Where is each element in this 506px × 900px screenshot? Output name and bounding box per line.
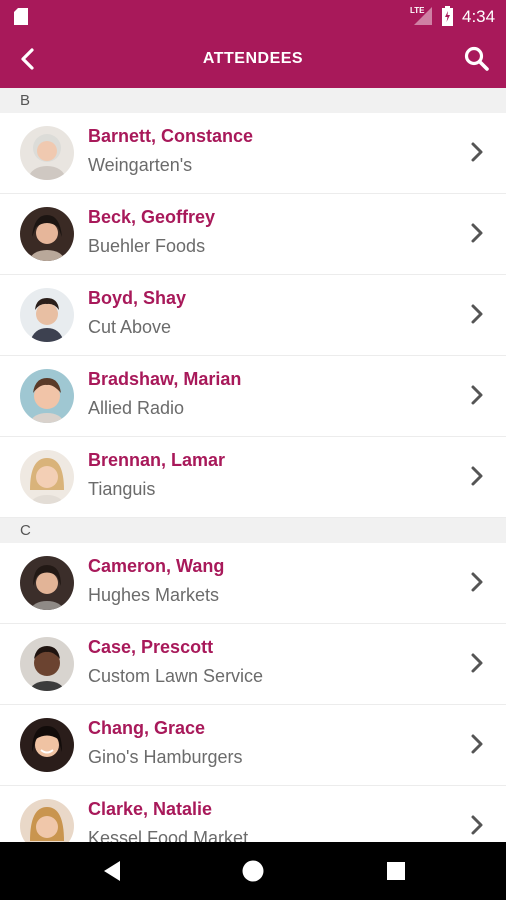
attendee-row[interactable]: Clarke, Natalie Kessel Food Market — [0, 786, 506, 842]
chevron-right-icon — [471, 142, 483, 162]
attendee-name: Clarke, Natalie — [88, 799, 213, 819]
attendee-company: Allied Radio — [88, 398, 185, 418]
attendee-row[interactable]: Barnett, Constance Weingarten's — [0, 113, 506, 194]
attendee-company: Kessel Food Market — [88, 828, 249, 842]
chevron-right-icon — [471, 466, 483, 486]
system-navigation-bar — [0, 842, 506, 900]
attendee-name: Bradshaw, Marian — [88, 369, 242, 389]
chevron-right-icon — [471, 223, 483, 243]
attendee-name: Barnett, Constance — [88, 126, 254, 146]
sd-card-icon — [14, 8, 28, 25]
chevron-right-icon — [471, 304, 483, 324]
section-header-b: B — [0, 88, 506, 113]
circle-home-icon[interactable] — [240, 858, 266, 884]
attendee-name: Brennan, Lamar — [88, 450, 226, 470]
avatar — [20, 799, 74, 842]
attendee-name: Beck, Geoffrey — [88, 207, 216, 227]
attendee-company: Cut Above — [88, 317, 172, 337]
search-icon[interactable] — [462, 44, 492, 74]
attendee-name: Boyd, Shay — [88, 288, 187, 308]
attendee-name: Cameron, Wang — [88, 556, 225, 576]
chevron-right-icon — [471, 815, 483, 835]
attendee-row[interactable]: Cameron, Wang Hughes Markets — [0, 543, 506, 624]
avatar — [20, 556, 74, 610]
status-time: 4:34 — [462, 7, 496, 26]
avatar — [20, 718, 74, 772]
attendee-row[interactable]: Beck, Geoffrey Buehler Foods — [0, 194, 506, 275]
avatar — [20, 126, 74, 180]
signal-icon — [414, 7, 432, 25]
avatar — [20, 637, 74, 691]
attendee-list[interactable]: B Barnett, Constance Weingarten's Beck, … — [0, 88, 506, 842]
square-recents-icon[interactable] — [383, 858, 409, 884]
attendee-company: Weingarten's — [88, 155, 193, 175]
chevron-right-icon — [471, 653, 483, 673]
section-header-c: C — [0, 518, 506, 543]
attendee-name: Case, Prescott — [88, 637, 214, 657]
avatar — [20, 369, 74, 423]
attendee-company: Hughes Markets — [88, 585, 220, 605]
attendee-name: Chang, Grace — [88, 718, 206, 738]
attendee-row[interactable]: Chang, Grace Gino's Hamburgers — [0, 705, 506, 786]
avatar — [20, 288, 74, 342]
attendee-row[interactable]: Case, Prescott Custom Lawn Service — [0, 624, 506, 705]
chevron-right-icon — [471, 734, 483, 754]
avatar — [20, 450, 74, 504]
avatar — [20, 207, 74, 261]
attendee-company: Gino's Hamburgers — [88, 747, 243, 767]
attendee-row[interactable]: Brennan, Lamar Tianguis — [0, 437, 506, 518]
attendee-row[interactable]: Boyd, Shay Cut Above — [0, 275, 506, 356]
attendee-company: Buehler Foods — [88, 236, 206, 256]
attendee-row[interactable]: Bradshaw, Marian Allied Radio — [0, 356, 506, 437]
chevron-right-icon — [471, 385, 483, 405]
chevron-right-icon — [471, 572, 483, 592]
app-bar: ATTENDEES — [0, 32, 506, 88]
battery-icon — [442, 6, 453, 26]
attendee-company: Custom Lawn Service — [88, 666, 264, 686]
page-title: ATTENDEES — [202, 50, 304, 67]
attendee-company: Tianguis — [88, 479, 156, 499]
triangle-back-icon[interactable] — [100, 858, 126, 884]
status-bar: LTE 4:34 — [0, 0, 506, 32]
